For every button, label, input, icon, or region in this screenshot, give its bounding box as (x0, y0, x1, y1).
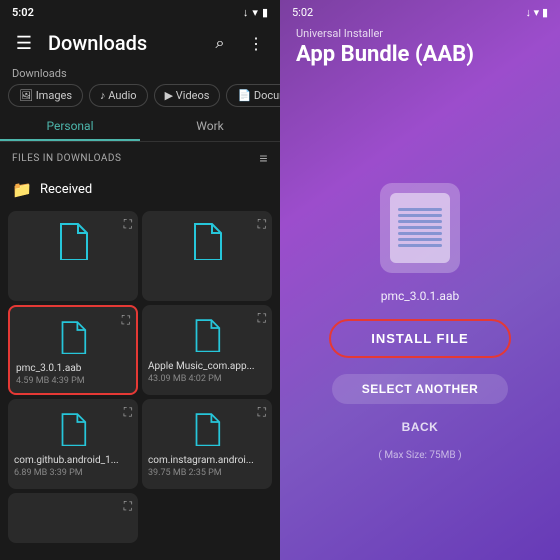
file-grid-row2: ⛶ com.github.android_1... 6.89 MB 3:39 P… (8, 399, 272, 489)
doc-line (398, 220, 442, 223)
doc-line (398, 238, 442, 241)
file-meta-github: 6.89 MB 3:39 PM (14, 468, 132, 478)
file-icon (16, 313, 130, 361)
doc-line (398, 214, 442, 217)
file-card-partial[interactable]: ⛶ (8, 493, 138, 543)
doc-line (398, 226, 442, 229)
left-status-bar: 5:02 ↓ ▾ ▮ (0, 0, 280, 23)
file-card-pmc[interactable]: ⛶ pmc_3.0.1.aab 4.59 MB 4:39 PM (8, 305, 138, 395)
max-size-label: ( Max Size: 75MB ) (378, 450, 461, 461)
menu-icon[interactable]: ☰ (8, 27, 40, 59)
doc-line (398, 208, 442, 211)
tab-work[interactable]: Work (140, 111, 280, 141)
left-header: ☰ Downloads ⌕ ⋮ (0, 23, 280, 67)
expand-icon: ⛶ (124, 405, 132, 420)
file-name-github: com.github.android_1... (14, 455, 132, 467)
file-card-empty-1[interactable]: ⛶ (8, 211, 138, 301)
file-grid-bottom: ⛶ (8, 493, 272, 543)
file-icon (14, 405, 132, 453)
signal-icon: ▮ (262, 6, 268, 19)
file-list: 📁 Received ⛶ ⛶ (0, 171, 280, 560)
expand-icon: ⛶ (258, 405, 266, 420)
file-name-pmc: pmc_3.0.1.aab (16, 363, 130, 375)
right-time: 5:02 (292, 6, 313, 19)
file-icon (148, 217, 266, 265)
expand-icon: ⛶ (258, 311, 266, 326)
installer-label: Universal Installer (280, 23, 560, 40)
install-file-button[interactable]: INSTALL FILE (329, 319, 510, 358)
selected-file-name: pmc_3.0.1.aab (381, 289, 459, 303)
expand-icon: ⛶ (258, 217, 266, 232)
file-icon (148, 311, 266, 359)
wifi-icon: ▾ (252, 6, 258, 19)
page-title: Downloads (48, 31, 196, 55)
wifi-icon: ▾ (534, 6, 540, 19)
file-icon (148, 405, 266, 453)
file-icon (14, 217, 132, 265)
left-panel: 5:02 ↓ ▾ ▮ ☰ Downloads ⌕ ⋮ Downloads 🖼 I… (0, 0, 280, 560)
left-status-icons: ↓ ▾ ▮ (243, 6, 268, 19)
right-panel: 5:02 ↓ ▾ ▮ Universal Installer App Bundl… (280, 0, 560, 560)
expand-icon: ⛶ (122, 313, 130, 328)
file-card-applemusic[interactable]: ⛶ Apple Music_com.app... 43.09 MB 4:02 P… (142, 305, 272, 395)
file-meta-pmc: 4.59 MB 4:39 PM (16, 376, 130, 386)
download-indicator-icon: ↓ (243, 6, 249, 19)
installer-title: App Bundle (AAB) (280, 40, 560, 83)
filter-videos[interactable]: ▶ Videos (154, 84, 221, 107)
file-card-instagram[interactable]: ⛶ com.instagram.androi... 39.75 MB 2:35 … (142, 399, 272, 489)
doc-line (398, 244, 442, 247)
more-options-icon[interactable]: ⋮ (240, 27, 272, 59)
filter-label: Downloads (0, 67, 280, 84)
folder-icon: 📁 (12, 179, 32, 199)
document-icon (390, 193, 450, 263)
download-indicator-icon: ↓ (525, 6, 531, 19)
file-grid-top: ⛶ ⛶ (8, 211, 272, 301)
file-meta-instagram: 39.75 MB 2:35 PM (148, 468, 266, 478)
right-status-icons: ↓ ▾ ▮ (525, 6, 548, 19)
filter-audio[interactable]: ♪ Audio (89, 84, 148, 107)
select-another-button[interactable]: SELECT ANOTHER (332, 374, 509, 404)
left-time: 5:02 (12, 6, 34, 19)
file-grid-row1: ⛶ pmc_3.0.1.aab 4.59 MB 4:39 PM ⛶ (8, 305, 272, 395)
right-status-bar: 5:02 ↓ ▾ ▮ (280, 0, 560, 23)
tabs-row: Personal Work (0, 111, 280, 142)
file-meta-applemusic: 43.09 MB 4:02 PM (148, 374, 266, 384)
app-bundle-icon (380, 183, 460, 273)
filter-documents[interactable]: 📄 Documents (226, 84, 280, 107)
file-name-applemusic: Apple Music_com.app... (148, 361, 266, 373)
file-card-empty-2[interactable]: ⛶ (142, 211, 272, 301)
section-header: FILES IN DOWNLOADS ≡ (0, 142, 280, 171)
expand-icon: ⛶ (124, 217, 132, 232)
search-icon[interactable]: ⌕ (204, 27, 236, 59)
list-view-icon[interactable]: ≡ (259, 150, 268, 167)
install-content: pmc_3.0.1.aab INSTALL FILE SELECT ANOTHE… (280, 83, 560, 560)
filter-bar: 🖼 Images ♪ Audio ▶ Videos 📄 Documents (0, 84, 280, 111)
expand-icon: ⛶ (124, 499, 132, 514)
file-name-instagram: com.instagram.androi... (148, 455, 266, 467)
signal-icon: ▮ (542, 6, 548, 19)
folder-received[interactable]: 📁 Received (8, 171, 272, 207)
header-actions: ⌕ ⋮ (204, 27, 272, 59)
file-card-github[interactable]: ⛶ com.github.android_1... 6.89 MB 3:39 P… (8, 399, 138, 489)
folder-name: Received (40, 182, 92, 197)
doc-line (398, 232, 442, 235)
back-button[interactable]: BACK (402, 420, 439, 434)
tab-personal[interactable]: Personal (0, 111, 140, 141)
filter-images[interactable]: 🖼 Images (8, 84, 83, 107)
